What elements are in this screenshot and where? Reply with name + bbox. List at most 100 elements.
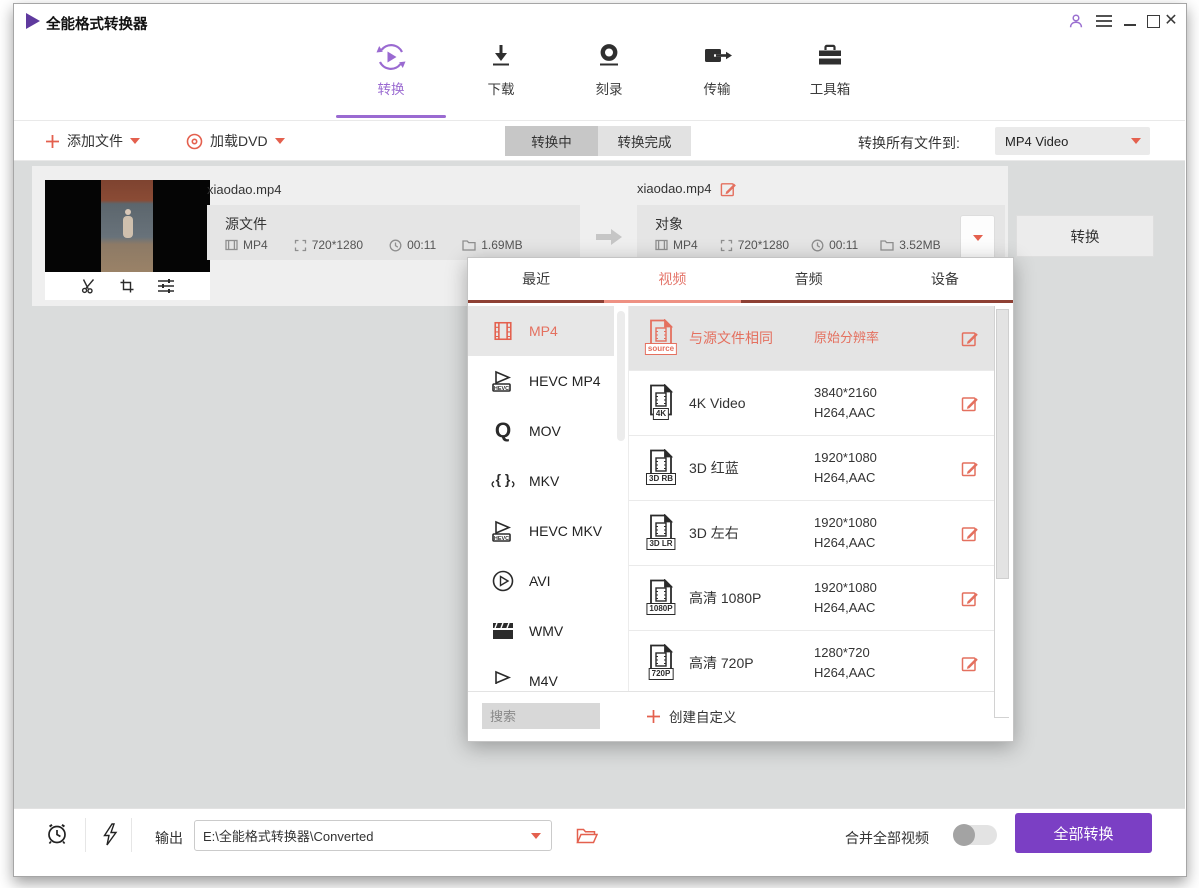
format-item-hevc-mkv[interactable]: HEVC HEVC MKV [468,506,614,556]
popup-tab-audio[interactable]: 音频 [741,258,877,303]
target-format-dropdown-button[interactable] [960,215,995,260]
nav-tab-download[interactable]: 下载 [459,42,543,98]
nav-tab-transfer-label: 传输 [704,78,731,98]
create-custom-button[interactable]: 创建自定义 [646,706,737,726]
folder-icon [880,239,894,251]
format-item-mov[interactable]: Q MOV [468,406,614,456]
nav-tab-convert[interactable]: 转换 [349,42,433,98]
video-thumbnail [45,180,210,300]
preset-row-3d-rb[interactable]: 3D RB 3D 红蓝 1920*1080 H264,AAC [629,435,995,500]
minimize-button[interactable] [1120,16,1140,34]
app-screen: 全能格式转换器 ✕ 转换 下载 刻录 [0,0,1199,888]
format-list: MP4 HEVC HEVC MP4 Q MOV { } [468,306,614,691]
trim-scissors-icon[interactable] [80,278,97,294]
nav-tab-toolbox[interactable]: 工具箱 [788,42,872,98]
nav-tab-convert-label: 转换 [378,78,405,98]
hevc-mkv-icon: HEVC [490,518,516,544]
preset-row-hd-1080p[interactable]: 1080P 高清 1080P 1920*1080 H264,AAC [629,565,995,630]
mov-quicktime-icon: Q [490,418,516,444]
film-icon [655,239,668,251]
add-file-button[interactable]: 添加文件 [45,127,140,155]
merge-videos-label: 合并全部视频 [845,828,929,848]
edit-preset-icon[interactable] [961,654,979,672]
preset-row-same-as-source[interactable]: source 与源文件相同 原始分辨率 [629,306,995,370]
rename-edit-icon[interactable] [720,180,737,197]
download-icon [488,42,514,72]
preset-scrollbar-thumb[interactable] [996,309,1009,579]
source-format: MP4 [243,238,268,252]
account-icon[interactable] [1066,12,1086,30]
output-path-select[interactable]: E:\全能格式转换器\Converted [194,820,552,851]
source-filename: xiaodao.mp4 [207,182,281,197]
edit-preset-icon[interactable] [961,589,979,607]
format-item-mkv[interactable]: { } MKV [468,456,614,506]
edit-preset-icon[interactable] [961,329,979,347]
svg-text:HEVC: HEVC [494,536,509,542]
mkv-icon: { } [490,468,516,494]
close-button[interactable]: ✕ [1161,12,1181,30]
menu-icon[interactable] [1094,12,1114,30]
preset-list: source 与源文件相同 原始分辨率 4K 4K Video 3840* [628,306,995,691]
popup-tab-bar: 最近 视频 音频 设备 [468,258,1013,303]
hevc-mp4-icon: HEVC [490,368,516,394]
preset-row-3d-lr[interactable]: 3D LR 3D 左右 1920*1080 H264,AAC [629,500,995,565]
edit-preset-icon[interactable] [961,524,979,542]
nav-tab-download-label: 下载 [488,78,515,98]
format-list-scrollbar-thumb[interactable] [617,311,625,441]
source-size: 1.69MB [481,238,522,252]
schedule-clock-icon[interactable] [45,822,69,846]
convert-all-to-label: 转换所有文件到: [858,133,960,153]
tab-converted[interactable]: 转换完成 [598,126,691,156]
divider [85,818,86,852]
format-item-hevc-mp4[interactable]: HEVC HEVC MP4 [468,356,614,406]
format-item-m4v[interactable]: M4V [468,656,614,691]
merge-videos-toggle[interactable] [953,825,997,845]
tab-converting[interactable]: 转换中 [505,126,598,156]
preset-row-4k[interactable]: 4K 4K Video 3840*2160 H264,AAC [629,370,995,435]
format-item-wmv[interactable]: WMV [468,606,614,656]
row-convert-button[interactable]: 转换 [1016,215,1154,257]
plus-icon [646,709,661,724]
video-file-icon: 4K [647,384,675,422]
effects-sliders-icon[interactable] [157,278,175,294]
video-file-icon: 3D LR [647,514,675,552]
preset-row-hd-720p[interactable]: 720P 高清 720P 1280*720 H264,AAC [629,630,995,695]
video-file-icon: 3D RB [647,449,675,487]
svg-text:HEVC: HEVC [494,386,509,392]
source-info-box: 源文件 MP4 720*1280 00:11 1.69MB [207,205,580,260]
folder-icon [462,239,476,251]
nav-tab-toolbox-label: 工具箱 [810,78,851,98]
nav-tab-burn[interactable]: 刻录 [567,42,651,98]
convert-all-button[interactable]: 全部转换 [1015,813,1152,853]
output-format-select[interactable]: MP4 Video [995,127,1150,155]
high-speed-icon[interactable] [100,823,120,846]
video-file-icon: 1080P [647,579,675,617]
nav-tab-burn-label: 刻录 [596,78,623,98]
mp4-icon [490,318,516,344]
transfer-icon [702,42,732,72]
chevron-down-icon [973,235,983,241]
nav-tab-transfer[interactable]: 传输 [675,42,759,98]
thumbnail-image [45,180,210,272]
format-item-mp4[interactable]: MP4 [468,306,614,356]
edit-preset-icon[interactable] [961,459,979,477]
edit-preset-icon[interactable] [961,394,979,412]
maximize-button[interactable] [1143,12,1163,30]
video-file-icon: 720P [647,644,675,682]
chevron-down-icon [1131,138,1141,144]
format-item-avi[interactable]: AVI [468,556,614,606]
divider [131,818,132,852]
clock-icon [811,239,824,252]
preset-scrollbar-track [994,306,1009,718]
output-label: 输出 [155,828,183,848]
open-folder-icon[interactable] [576,826,598,845]
crop-icon[interactable] [119,278,135,294]
convert-icon [375,42,407,72]
load-dvd-button[interactable]: 加载DVD [186,127,285,155]
popup-tab-device[interactable]: 设备 [877,258,1013,303]
search-input[interactable] [482,703,600,729]
app-logo-icon [24,12,42,30]
popup-tab-recent[interactable]: 最近 [468,258,604,303]
popup-tab-video[interactable]: 视频 [604,258,740,303]
load-dvd-label: 加载DVD [210,131,268,151]
